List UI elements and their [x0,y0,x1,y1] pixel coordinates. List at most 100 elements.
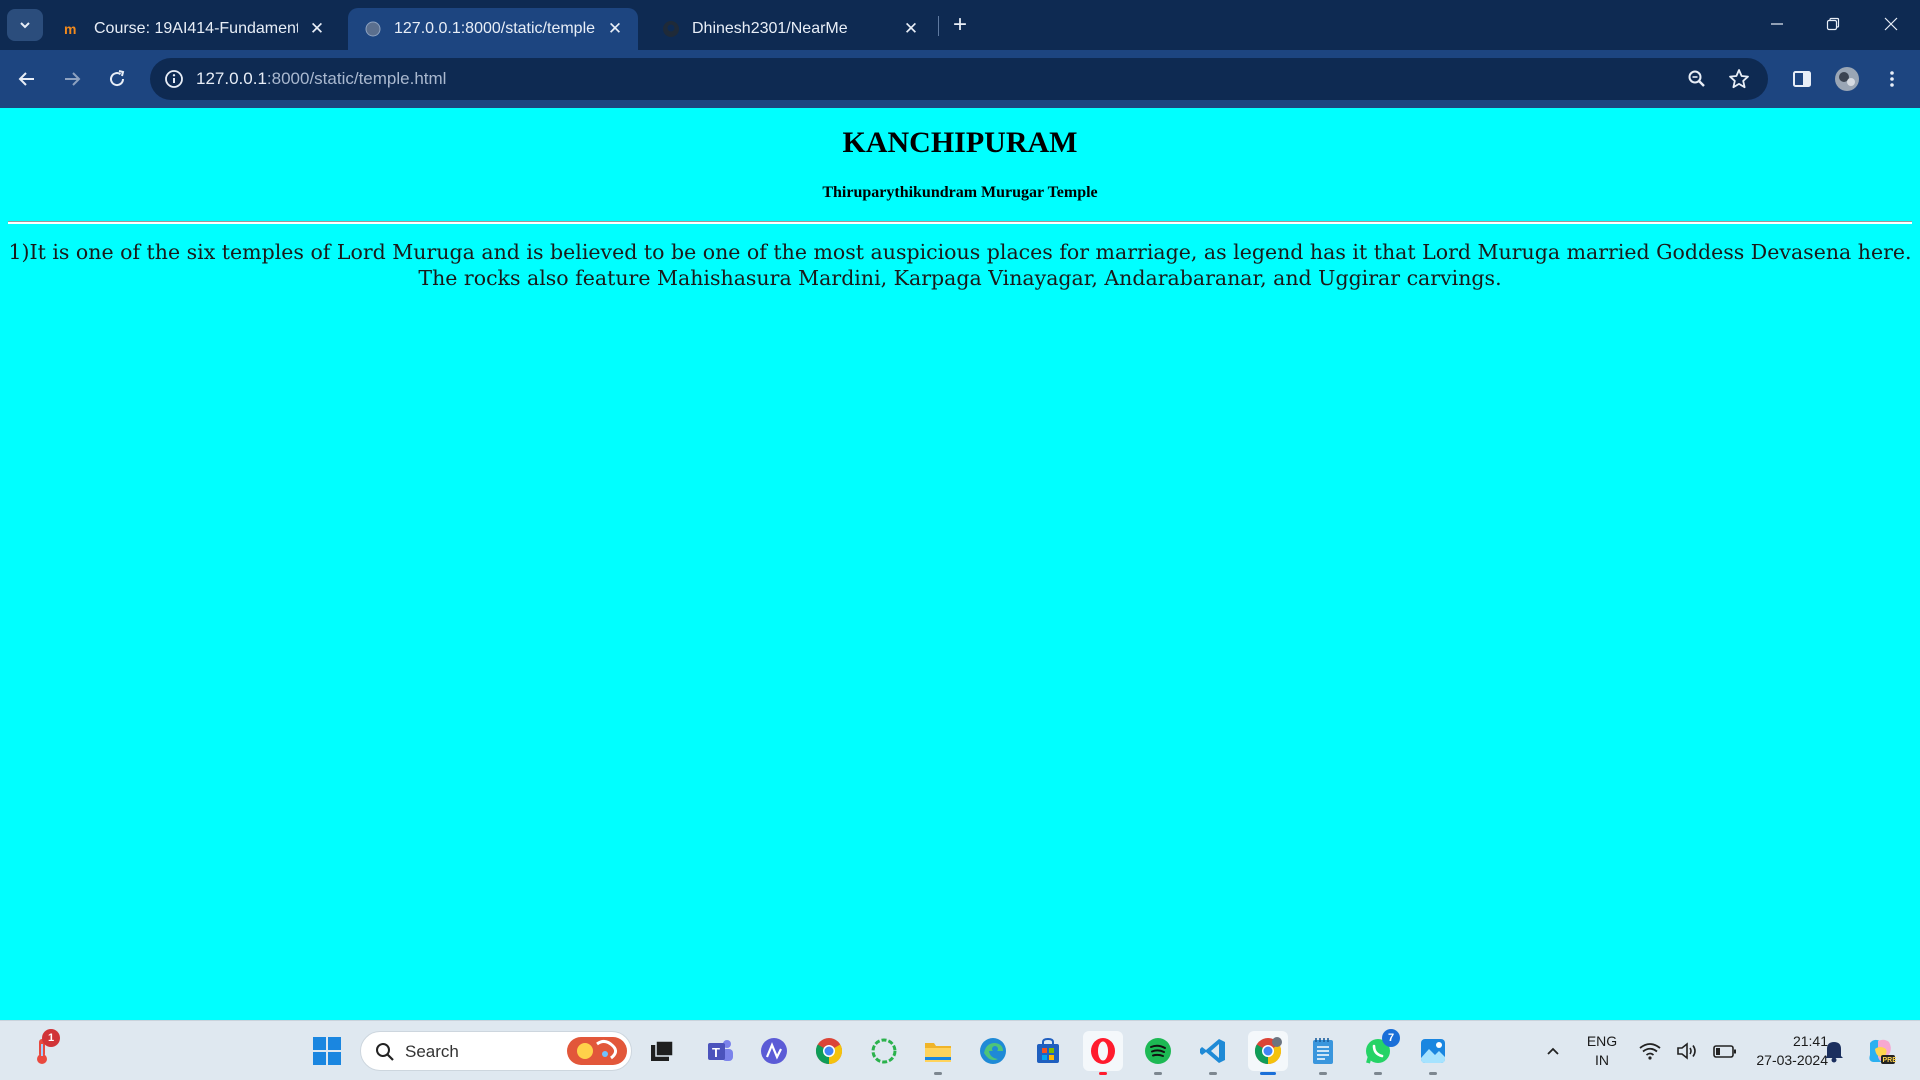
running-indicator [1154,1072,1162,1075]
tab-github[interactable]: Dhinesh2301/NearMe ✕ [646,8,934,50]
copilot-icon: PRE [1869,1039,1897,1064]
tab-search-button[interactable] [7,9,43,41]
running-indicator [1260,1072,1276,1075]
zoom-icon[interactable] [1684,66,1710,92]
taskbar-search[interactable]: Search [360,1031,632,1071]
wifi-icon [1639,1043,1661,1060]
search-label: Search [405,1042,459,1061]
close-icon [1884,17,1898,31]
spotify-app[interactable] [1138,1031,1178,1075]
profile-button[interactable] [1829,61,1865,97]
tab-title: Course: 19AI414-Fundamentals [94,20,298,37]
url-text[interactable]: 127.0.0.1:8000/static/temple.html [196,69,446,89]
weather-widget[interactable]: 1 [22,1029,62,1071]
svg-text:PRE: PRE [1883,1057,1897,1064]
running-indicator [1319,1072,1327,1075]
notification-badge: 1 [42,1029,60,1047]
windows-icon [313,1037,341,1065]
arc-app[interactable] [754,1031,794,1071]
photos-icon [1421,1039,1445,1063]
url-host: 127.0.0.1 [196,69,267,88]
chrome-icon [815,1038,843,1065]
minimize-icon [1771,23,1783,25]
arc-icon [761,1038,787,1064]
search-icon [376,1043,394,1061]
close-tab-icon[interactable]: ✕ [900,18,922,40]
restore-button[interactable] [1804,0,1862,48]
minimize-button[interactable] [1748,0,1806,48]
photos-app[interactable] [1413,1031,1453,1075]
whatsapp-app[interactable]: 7 [1358,1029,1400,1075]
reload-button[interactable] [99,61,135,97]
tab-title: Dhinesh2301/NearMe [692,20,848,37]
bell-icon [1825,1042,1843,1063]
task-view-icon [651,1040,674,1061]
bookmark-star-icon[interactable] [1726,66,1752,92]
moodle-icon: m [64,20,82,38]
arrow-right-icon [65,72,81,86]
notepad-app[interactable] [1303,1031,1343,1075]
language-code: ENG [1586,1033,1618,1049]
search-highlight-icon [567,1037,627,1065]
temple-description: 1)It is one of the six temples of Lord M… [8,240,1912,290]
close-tab-icon[interactable]: ✕ [604,18,626,40]
chrome-app[interactable] [809,1031,849,1071]
edge-icon [980,1038,1006,1064]
chevron-up-icon [1547,1047,1559,1055]
show-hidden-icons-button[interactable] [1533,1031,1573,1071]
chevron-down-icon [20,22,30,29]
horizontal-rule [8,221,1912,224]
browser-toolbar: 127.0.0.1:8000/static/temple.html [0,50,1920,108]
running-indicator [1209,1072,1217,1075]
opera-icon [1091,1038,1115,1064]
tab-course[interactable]: m Course: 19AI414-Fundamentals ✕ [48,8,340,50]
page-subtitle: Thiruparythikundram Murugar Temple [822,184,1098,201]
store-icon [1037,1037,1059,1063]
notepad-icon [1313,1038,1333,1064]
menu-button[interactable] [1874,61,1910,97]
copilot-button[interactable]: PRE [1860,1031,1900,1071]
url-path: :8000/static/temple.html [266,69,447,88]
running-indicator [1429,1072,1437,1075]
chrome-icon [1254,1037,1282,1065]
start-button[interactable] [307,1031,347,1071]
vscode-app[interactable] [1193,1031,1233,1075]
forward-button[interactable] [54,61,90,97]
restore-icon [1826,17,1840,31]
svg-text:T: T [712,1045,720,1060]
reload-icon [110,70,125,87]
svg-text:m: m [64,22,76,36]
teams-app[interactable]: T [700,1031,740,1071]
address-bar[interactable]: 127.0.0.1:8000/static/temple.html [150,58,1768,100]
globe-icon [364,20,382,38]
side-panel-icon [1793,71,1811,87]
taskbar: 1 Search T 7 ENG IN 21:41 27-03-2024 PRE [0,1020,1920,1080]
tab-separator [938,16,939,36]
edge-app[interactable] [973,1031,1013,1071]
teams-icon: T [708,1040,733,1061]
language-indicator[interactable]: ENG IN [1578,1032,1626,1070]
loading-app[interactable] [864,1031,904,1071]
running-indicator [1099,1072,1107,1075]
file-explorer-app[interactable] [918,1031,958,1075]
side-panel-button[interactable] [1784,61,1820,97]
spotify-icon [1145,1038,1171,1064]
close-tab-icon[interactable]: ✕ [306,18,328,40]
tab-temple[interactable]: 127.0.0.1:8000/static/temple.html ✕ [348,8,638,50]
notification-badge: 7 [1382,1029,1400,1047]
avatar [1835,67,1859,91]
new-tab-button[interactable]: + [946,11,974,39]
store-app[interactable] [1028,1031,1068,1071]
back-button[interactable] [9,61,45,97]
volume-icon [1677,1042,1696,1060]
site-info-icon[interactable] [162,67,186,91]
circle-dots-icon [871,1038,897,1064]
kebab-menu-icon [1890,71,1894,87]
close-window-button[interactable] [1862,0,1920,48]
vscode-icon [1200,1039,1225,1063]
notifications-button[interactable] [1814,1031,1854,1071]
chrome-running-app[interactable] [1248,1031,1288,1075]
tab-strip: m Course: 19AI414-Fundamentals ✕ 127.0.0… [0,0,1920,50]
task-view-button[interactable] [642,1031,682,1071]
opera-app[interactable] [1083,1031,1123,1075]
